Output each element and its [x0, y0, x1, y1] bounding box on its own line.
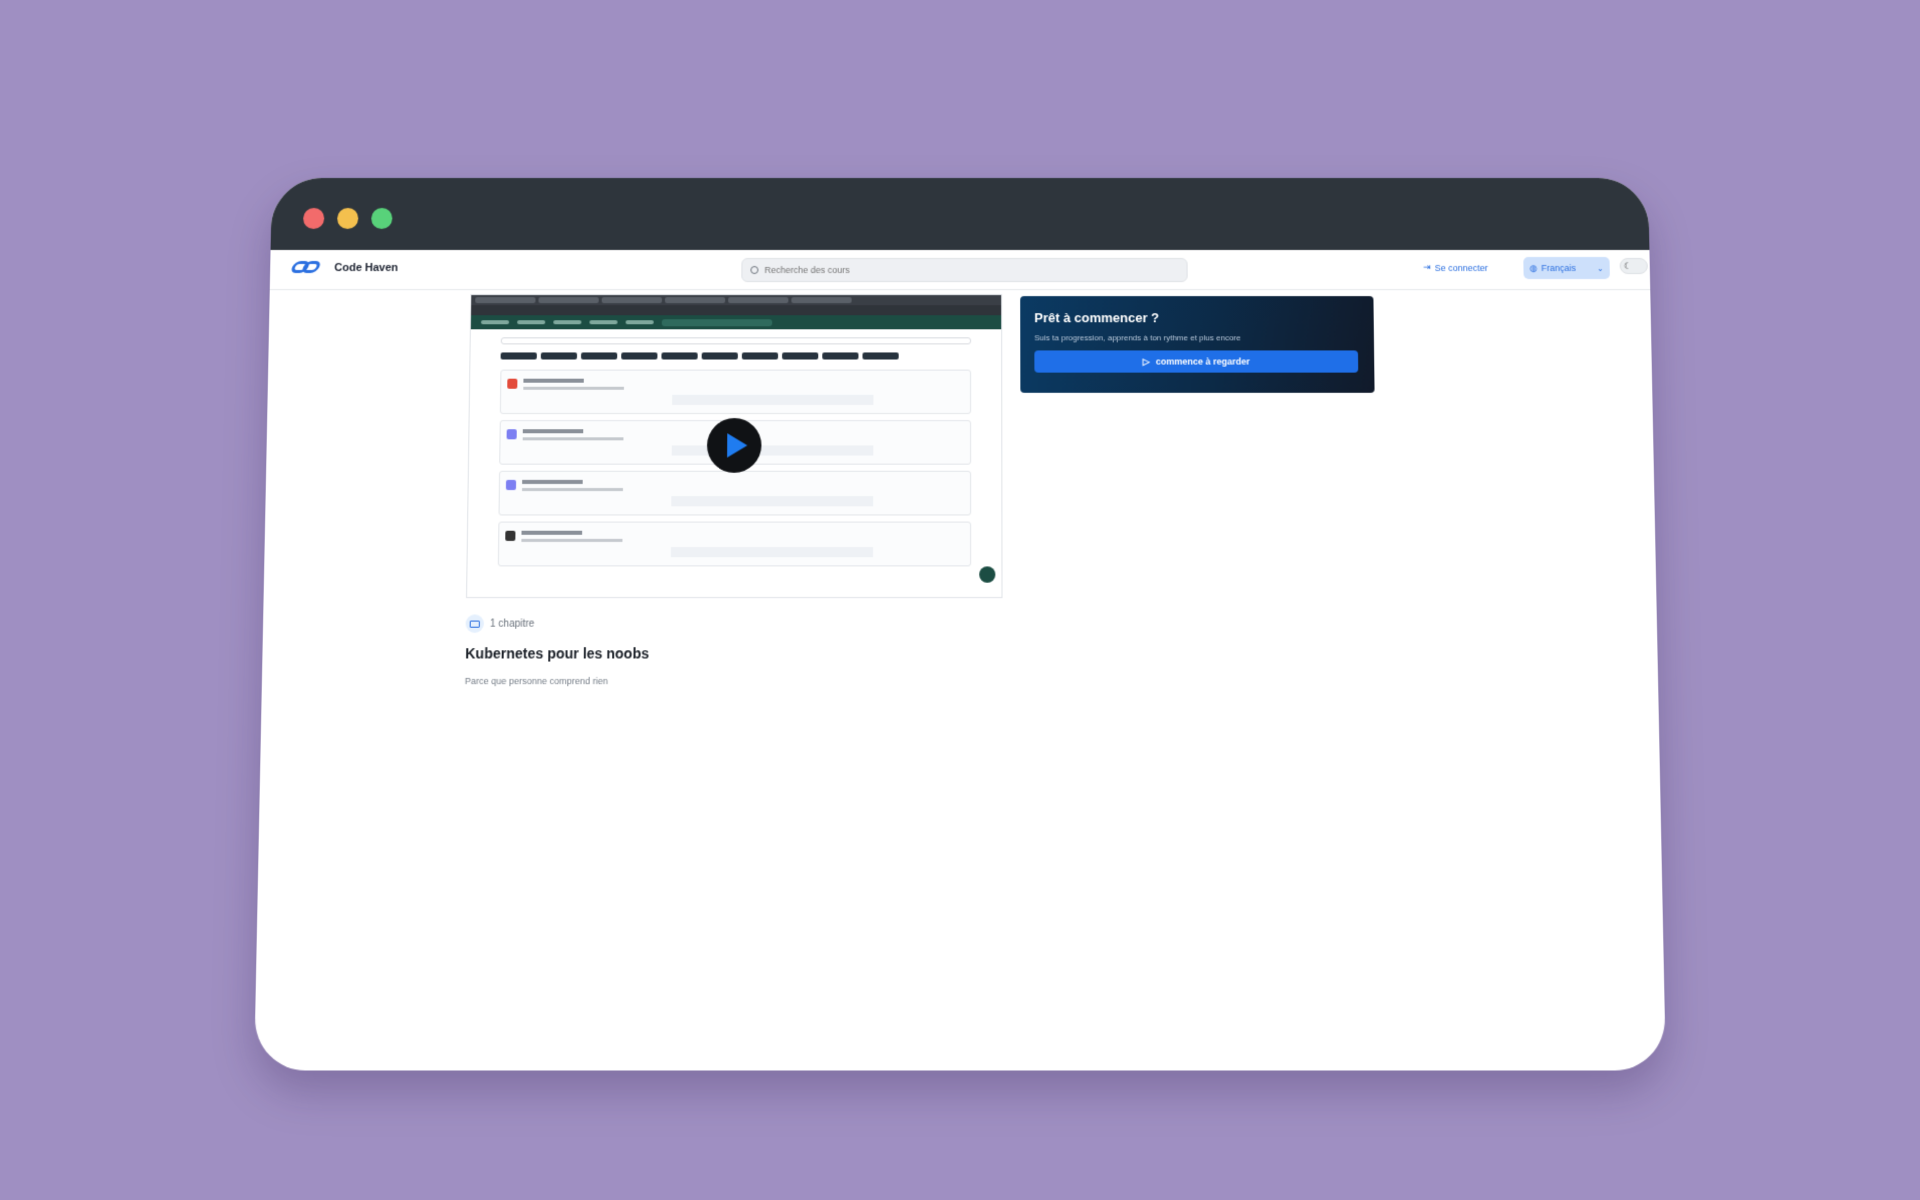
start-card-title: Prêt à commencer ?: [1034, 310, 1160, 326]
login-icon: ⇥: [1423, 262, 1431, 273]
window-titlebar: [270, 178, 1650, 250]
globe-icon: ◍: [1529, 262, 1538, 273]
start-watching-label: commence à regarder: [1155, 356, 1250, 367]
play-icon: [726, 433, 747, 458]
book-icon: [465, 614, 485, 633]
play-icon: ▷: [1142, 355, 1150, 367]
language-label: Français: [1541, 263, 1577, 274]
chapter-count: 1 chapitre: [465, 614, 535, 633]
theme-toggle[interactable]: ☾: [1619, 257, 1648, 275]
course-description: Parce que personne comprend rien: [464, 675, 609, 687]
start-card-subtitle: Suis ta progression, apprends à ton ryth…: [1034, 333, 1241, 343]
video-player[interactable]: [466, 294, 1003, 599]
app-header: Code Haven ⇥ Se connecter ◍ Français ⌄ ☾: [269, 249, 1651, 291]
course-search[interactable]: [741, 257, 1188, 283]
search-input[interactable]: [764, 265, 1166, 276]
chapter-count-label: 1 chapitre: [489, 618, 535, 630]
login-label: Se connecter: [1434, 262, 1489, 273]
start-card: Prêt à commencer ? Suis ta progression, …: [1020, 296, 1375, 393]
maximize-window-button[interactable]: [371, 207, 393, 229]
login-link[interactable]: ⇥ Se connecter: [1423, 262, 1488, 273]
minimize-window-button[interactable]: [337, 207, 359, 229]
search-icon: [750, 266, 759, 275]
chevron-down-icon: ⌄: [1596, 263, 1604, 273]
play-button[interactable]: [706, 418, 762, 473]
app-logo[interactable]: Code Haven: [289, 259, 399, 277]
start-watching-button[interactable]: ▷ commence à regarder: [1034, 350, 1359, 373]
moon-icon: ☾: [1623, 260, 1632, 272]
app-name: Code Haven: [334, 262, 399, 275]
browser-window: Code Haven ⇥ Se connecter ◍ Français ⌄ ☾: [254, 178, 1666, 1071]
course-title: Kubernetes pour les noobs: [465, 645, 650, 662]
course-page: 1 chapitre Kubernetes pour les noobs Par…: [254, 290, 1666, 1070]
language-select[interactable]: ◍ Français ⌄: [1523, 256, 1610, 280]
close-window-button[interactable]: [303, 207, 325, 229]
logo-icon: [289, 259, 326, 277]
